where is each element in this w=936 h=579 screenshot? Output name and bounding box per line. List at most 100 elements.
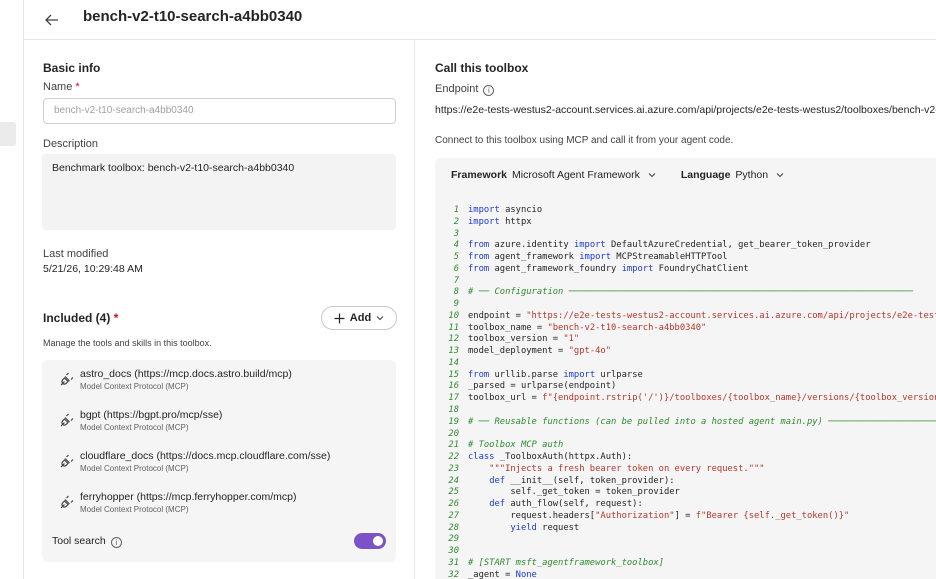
code-token: request.headers[ xyxy=(468,510,596,521)
tool-type: Model Context Protocol (MCP) xyxy=(80,464,189,473)
code-line: 32 _agent = None xyxy=(435,570,936,579)
code-token: # ── Reusable functions (can be pulled i… xyxy=(468,416,936,427)
tool-name: ferryhopper (https://mcp.ferryhopper.com… xyxy=(80,491,297,503)
add-button[interactable]: Add xyxy=(321,306,397,330)
line-number: 28 xyxy=(448,522,459,533)
included-heading: Included (4) * xyxy=(43,311,119,325)
line-number: 30 xyxy=(448,546,459,557)
back-button[interactable] xyxy=(42,10,62,30)
page-header: bench-v2-t10-search-a4bb0340 xyxy=(24,0,936,40)
endpoint-value[interactable]: https://e2e-tests-westus2-account.servic… xyxy=(435,104,936,124)
plug-icon xyxy=(60,413,74,427)
line-number: 25 xyxy=(448,487,459,498)
code-token: agent_framework xyxy=(489,252,580,263)
basic-info-heading: Basic info xyxy=(43,61,101,75)
code-token: urllib.parse xyxy=(489,369,564,380)
code-line: 3 xyxy=(435,229,936,241)
code-token: request xyxy=(536,522,580,533)
line-number: 8 xyxy=(453,287,459,298)
code-token: def xyxy=(489,475,506,486)
tool-name: cloudflare_docs (https://docs.mcp.cloudf… xyxy=(80,450,331,462)
code-token: import xyxy=(573,240,606,251)
line-number: 24 xyxy=(448,475,459,486)
code-line: 30 xyxy=(435,546,936,558)
code-token: "https://e2e-tests-westus2-account.servi… xyxy=(526,310,936,321)
code-token: _agent = xyxy=(468,569,516,579)
tool-item-ferryhopper[interactable]: ferryhopper (https://mcp.ferryhopper.com… xyxy=(42,483,396,523)
line-number: 12 xyxy=(448,334,459,345)
language-label: Language xyxy=(680,169,731,181)
code-line: 2 import httpx xyxy=(435,217,936,229)
line-number: 15 xyxy=(448,369,459,380)
code-token: _ToolboxAuth(httpx.Auth): xyxy=(494,452,633,463)
info-icon[interactable]: i xyxy=(483,85,495,96)
code-line: 24 def __init__(self, token_provider): xyxy=(435,476,936,488)
code-token: f"Bearer {self._get_token()}" xyxy=(695,510,850,521)
code-token: class xyxy=(468,452,495,463)
code-token: urlparse xyxy=(595,369,643,380)
tool-name: bgpt (https://bgpt.pro/mcp/sse) xyxy=(80,409,223,421)
framework-select[interactable]: Framework Microsoft Agent Framework xyxy=(451,169,656,181)
code-token: # [START msft_agentframework_toolbox] xyxy=(468,557,664,568)
toggle-knob xyxy=(373,536,383,546)
line-number: 3 xyxy=(453,228,459,239)
tool-item-bgpt[interactable]: bgpt (https://bgpt.pro/mcp/sse) Model Co… xyxy=(42,401,396,441)
last-modified-label: Last modified xyxy=(43,248,109,260)
code-token: toolbox_name = xyxy=(468,322,548,333)
line-number: 14 xyxy=(448,357,459,368)
tool-item-astro-docs[interactable]: astro_docs (https://mcp.docs.astro.build… xyxy=(42,360,396,400)
info-icon[interactable]: i xyxy=(110,537,122,548)
code-token: def xyxy=(489,499,506,510)
code-token: DefaultAzureCredential, get_bearer_token… xyxy=(605,240,871,251)
framework-label: Framework xyxy=(451,169,508,181)
tool-search-label: Tool search i xyxy=(52,535,122,548)
code-line: 18 xyxy=(435,405,936,417)
tool-search-toggle[interactable] xyxy=(354,533,386,549)
code-line: 5 from agent_framework import MCPStreamab… xyxy=(435,252,936,264)
description-textarea[interactable]: Benchmark toolbox: bench-v2-t10-search-a… xyxy=(42,154,396,230)
name-input[interactable]: bench-v2-t10-search-a4bb0340 xyxy=(43,98,396,124)
language-select[interactable]: Language Python xyxy=(681,169,784,181)
chevron-down-icon xyxy=(648,173,656,178)
plug-icon xyxy=(60,495,74,509)
plug-icon xyxy=(60,454,74,468)
chevron-down-icon xyxy=(776,173,784,178)
line-number: 26 xyxy=(448,499,459,510)
nav-selection-indicator xyxy=(0,122,16,146)
code-token: "1" xyxy=(563,334,580,345)
line-number: 9 xyxy=(453,299,459,310)
line-number: 10 xyxy=(448,310,459,321)
code-token: yield xyxy=(510,522,537,533)
code-line: 17 toolbox_url = f"{endpoint.rstrip('/')}… xyxy=(435,393,936,405)
code-token: # Toolbox MCP auth xyxy=(468,440,564,451)
code-line: 4 from azure.identity import DefaultAzure… xyxy=(435,240,936,252)
code-line: 13 model_deployment = "gpt-4o" xyxy=(435,346,936,358)
line-number: 19 xyxy=(448,416,459,427)
endpoint-label: Endpoint i xyxy=(435,83,495,96)
code-token: import xyxy=(468,205,500,215)
code-line: 25 self._get_token = token_provider xyxy=(435,487,936,499)
add-button-label: Add xyxy=(349,312,372,324)
code-line: 19 # ── Reusable functions (can be pulled… xyxy=(435,417,936,429)
code-token: f"{endpoint.rstrip('/')}/toolboxes/{tool… xyxy=(542,393,936,404)
code-line: 14 xyxy=(435,358,936,370)
tools-list: astro_docs (https://mcp.docs.astro.build… xyxy=(42,360,396,562)
code-token: _parsed = urlparse(endpoint) xyxy=(468,381,617,392)
connect-hint: Connect to this toolbox using MCP and ca… xyxy=(435,135,734,146)
code-token: self._get_token = token_provider xyxy=(468,487,680,498)
code-line: 26 def auth_flow(self, request): xyxy=(435,499,936,511)
plug-icon xyxy=(60,372,74,386)
code-token: MCPStreamableHTTPTool xyxy=(611,252,728,263)
tool-type: Model Context Protocol (MCP) xyxy=(80,382,189,391)
code-token: # ── Configuration ─────────────────────… xyxy=(468,287,913,298)
code-selectors: Framework Microsoft Agent Framework Lang… xyxy=(451,168,809,182)
line-number: 2 xyxy=(453,216,459,227)
chevron-down-icon xyxy=(376,316,384,321)
code-token: None xyxy=(515,569,537,579)
tool-item-cloudflare-docs[interactable]: cloudflare_docs (https://docs.mcp.cloudf… xyxy=(42,442,396,482)
code-line: 20 xyxy=(435,429,936,441)
line-number: 6 xyxy=(453,263,459,274)
code-block[interactable]: 1 import asyncio 2 import httpx 3 4 from azure… xyxy=(435,205,936,579)
line-number: 20 xyxy=(448,428,459,439)
